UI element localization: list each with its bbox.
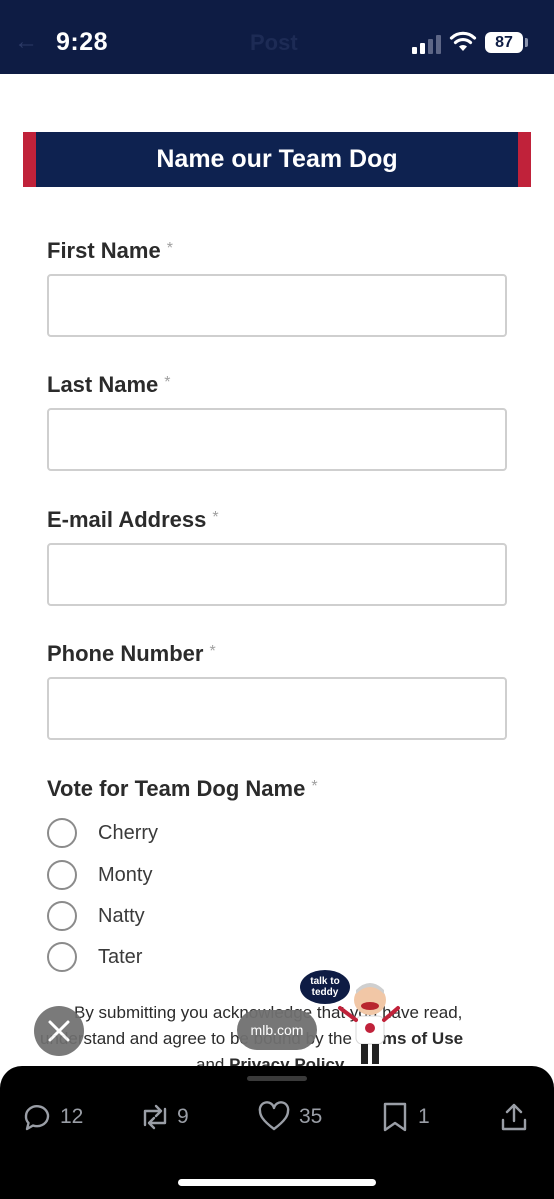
radio-label: Monty — [98, 863, 153, 886]
phone-label: Phone Number * — [47, 641, 216, 667]
first-name-input[interactable] — [47, 274, 507, 337]
battery-icon: 87 — [485, 32, 523, 53]
like-button[interactable]: 35 — [257, 1100, 322, 1134]
radio-label: Tater — [98, 945, 143, 968]
url-pill[interactable]: mlb.com — [237, 1010, 317, 1050]
form-title: Name our Team Dog — [156, 145, 398, 173]
status-time: 9:28 — [56, 28, 109, 56]
signal-icon — [412, 34, 442, 54]
like-icon — [258, 1101, 290, 1131]
required-mark: * — [209, 643, 216, 660]
last-name-label-text: Last Name — [47, 372, 159, 397]
email-label-text: E-mail Address — [47, 507, 207, 532]
share-button[interactable] — [498, 1100, 530, 1134]
repost-count: 9 — [177, 1105, 189, 1128]
required-mark: * — [166, 240, 173, 257]
vote-label-text: Vote for Team Dog Name — [47, 776, 306, 801]
last-name-label: Last Name * — [47, 372, 171, 398]
email-input[interactable] — [47, 543, 507, 606]
reply-button[interactable]: 12 — [20, 1100, 83, 1134]
required-mark: * — [164, 374, 171, 391]
sheet-grabber[interactable] — [247, 1076, 307, 1081]
vote-option-natty[interactable]: Natty — [47, 901, 145, 931]
bookmark-count: 1 — [418, 1105, 430, 1128]
phone-input[interactable] — [47, 677, 507, 740]
wifi-icon — [449, 31, 477, 51]
required-mark: * — [311, 778, 318, 795]
like-count: 35 — [299, 1105, 323, 1128]
share-icon — [501, 1103, 527, 1131]
radio-label: Natty — [98, 904, 145, 927]
mascot-icon — [338, 983, 400, 1064]
phone-label-text: Phone Number — [47, 641, 204, 666]
radio-button[interactable] — [47, 942, 77, 972]
reply-icon — [24, 1105, 50, 1131]
bookmark-icon — [383, 1102, 407, 1132]
vote-option-monty[interactable]: Monty — [47, 860, 152, 890]
repost-button[interactable]: 9 — [137, 1100, 189, 1134]
home-indicator[interactable] — [178, 1179, 376, 1186]
vote-option-cherry[interactable]: Cherry — [47, 818, 158, 848]
bookmark-button[interactable]: 1 — [380, 1100, 430, 1134]
first-name-label: First Name * — [47, 238, 173, 264]
reply-count: 12 — [60, 1105, 84, 1128]
required-mark: * — [212, 509, 219, 526]
vote-label: Vote for Team Dog Name * — [47, 776, 318, 802]
radio-label: Cherry — [98, 821, 159, 844]
battery-cap — [525, 38, 528, 47]
email-label: E-mail Address * — [47, 507, 219, 533]
radio-button[interactable] — [47, 860, 77, 890]
last-name-input[interactable] — [47, 408, 507, 471]
form-header-banner: Name our Team Dog — [23, 132, 531, 187]
mascot-chat-widget[interactable]: talk to teddy — [300, 970, 400, 1070]
nav-title: Post — [250, 30, 298, 55]
first-name-label-text: First Name — [47, 238, 161, 263]
radio-button[interactable] — [47, 901, 77, 931]
close-icon — [48, 1020, 70, 1042]
close-button[interactable] — [34, 1006, 84, 1056]
back-arrow-icon[interactable]: ← — [14, 28, 38, 56]
vote-option-tater[interactable]: Tater — [47, 942, 142, 972]
radio-button[interactable] — [47, 818, 77, 848]
repost-icon — [143, 1104, 167, 1130]
